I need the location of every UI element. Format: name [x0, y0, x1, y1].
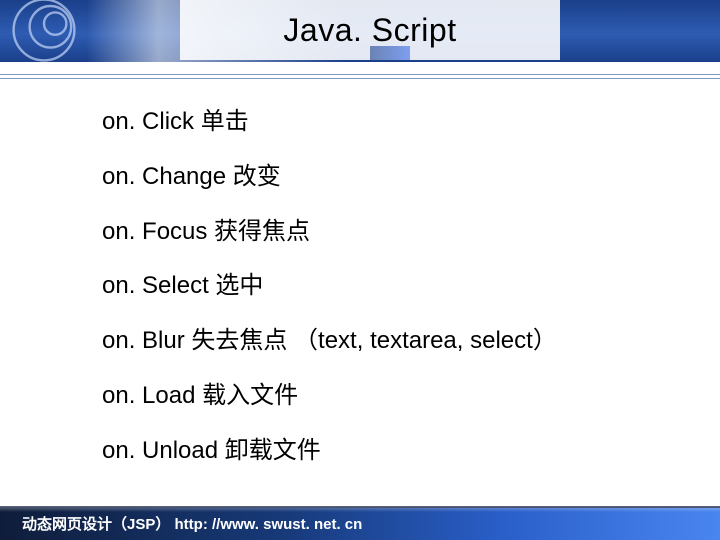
slide: Java. Script on. Click 单击 on. Change 改变 … — [0, 0, 720, 540]
swirl-decoration — [4, 0, 84, 62]
list-item: on. Select 选中 — [102, 272, 662, 301]
list-item: on. Change 改变 — [102, 163, 662, 192]
footer-text: 动态网页设计（JSP） http: //www. swust. net. cn — [22, 513, 362, 534]
banner-accent — [370, 46, 410, 60]
content-body: on. Click 单击 on. Change 改变 on. Focus 获得焦… — [102, 108, 662, 492]
list-item: on. Load 载入文件 — [102, 382, 662, 411]
footer-gloss — [0, 506, 720, 512]
divider — [0, 78, 720, 79]
footer: 动态网页设计（JSP） http: //www. swust. net. cn — [0, 506, 720, 540]
page-title: Java. Script — [180, 12, 560, 49]
divider — [0, 74, 720, 75]
list-item: on. Blur 失去焦点 （text, textarea, select） — [102, 327, 662, 356]
list-item: on. Unload 卸载文件 — [102, 437, 662, 466]
list-item: on. Focus 获得焦点 — [102, 218, 662, 247]
list-item: on. Click 单击 — [102, 108, 662, 137]
banner: Java. Script — [0, 0, 720, 62]
